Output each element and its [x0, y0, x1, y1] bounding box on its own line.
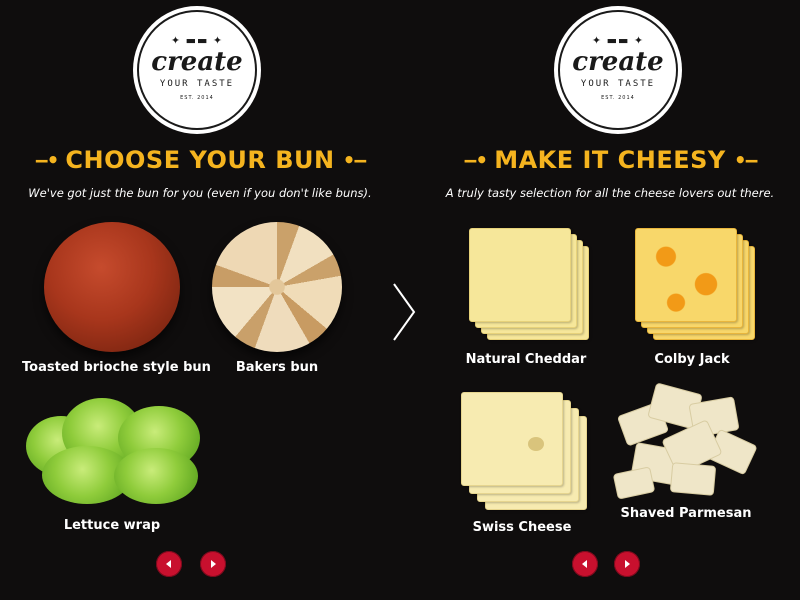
section-title: MAKE IT CHEESY: [494, 146, 726, 174]
colby-jack-image: [627, 224, 757, 344]
option-label: Natural Cheddar: [465, 352, 587, 367]
create-your-taste-logo: ✦ ▬▬ ✦ create YOUR TASTE EST. 2014: [554, 6, 682, 134]
section-heading: ‒• CHOOSE YOUR BUN •‒: [0, 146, 400, 174]
logo-est: EST. 2014: [601, 94, 635, 101]
option-label: Colby Jack: [654, 352, 730, 367]
parmesan-image: [611, 378, 761, 500]
option-swiss-cheese[interactable]: Swiss Cheese: [432, 392, 612, 535]
heading-ornament-icon: •‒: [733, 148, 759, 172]
option-brioche-bun[interactable]: Toasted brioche style bun: [22, 222, 211, 375]
next-button[interactable]: [200, 551, 226, 577]
triangle-left-icon: [582, 560, 587, 568]
cheese-panel: ✦ ▬▬ ✦ create YOUR TASTE EST. 2014 ‒• MA…: [420, 0, 800, 600]
create-your-taste-logo: ✦ ▬▬ ✦ create YOUR TASTE EST. 2014: [133, 6, 261, 134]
bakers-bun-image: [212, 222, 342, 352]
chef-hat-icon: ✦ ▬▬ ✦: [170, 33, 224, 47]
logo-est: EST. 2014: [180, 94, 214, 101]
option-shaved-parmesan[interactable]: Shaved Parmesan: [596, 378, 776, 521]
option-label: Swiss Cheese: [472, 520, 572, 535]
option-bakers-bun[interactable]: Bakers bun: [187, 222, 367, 375]
lettuce-image: [22, 392, 202, 510]
option-lettuce-wrap[interactable]: Lettuce wrap: [22, 392, 202, 533]
heading-ornament-icon: ‒•: [34, 148, 60, 172]
option-label: Toasted brioche style bun: [22, 360, 211, 375]
option-label: Bakers bun: [235, 360, 319, 375]
section-title: CHOOSE YOUR BUN: [65, 146, 335, 174]
prev-button[interactable]: [572, 551, 598, 577]
section-subtitle: We've got just the bun for you (even if …: [28, 186, 372, 200]
logo-script: create: [572, 46, 664, 77]
option-label: Shaved Parmesan: [620, 506, 752, 521]
swiss-cheese-image: [457, 392, 587, 512]
bun-panel: ✦ ▬▬ ✦ create YOUR TASTE EST. 2014 ‒• CH…: [0, 0, 400, 600]
prev-button[interactable]: [156, 551, 182, 577]
logo-subtitle: YOUR TASTE: [159, 78, 235, 89]
option-natural-cheddar[interactable]: Natural Cheddar: [436, 224, 616, 367]
triangle-right-icon: [211, 560, 216, 568]
section-subtitle: A truly tasty selection for all the chee…: [445, 186, 775, 200]
triangle-right-icon: [625, 560, 630, 568]
triangle-left-icon: [166, 560, 171, 568]
chef-hat-icon: ✦ ▬▬ ✦: [591, 33, 645, 47]
next-button[interactable]: [614, 551, 640, 577]
brioche-bun-image: [44, 222, 180, 352]
logo-subtitle: YOUR TASTE: [580, 78, 656, 89]
logo-script: create: [151, 46, 243, 77]
heading-ornament-icon: ‒•: [463, 148, 488, 172]
option-label: Lettuce wrap: [63, 518, 161, 533]
section-heading: ‒• MAKE IT CHEESY •‒: [420, 146, 800, 174]
heading-ornament-icon: •‒: [342, 148, 368, 172]
cheddar-image: [461, 224, 591, 344]
chevron-right-icon[interactable]: [388, 280, 418, 344]
option-colby-jack[interactable]: Colby Jack: [602, 224, 782, 367]
